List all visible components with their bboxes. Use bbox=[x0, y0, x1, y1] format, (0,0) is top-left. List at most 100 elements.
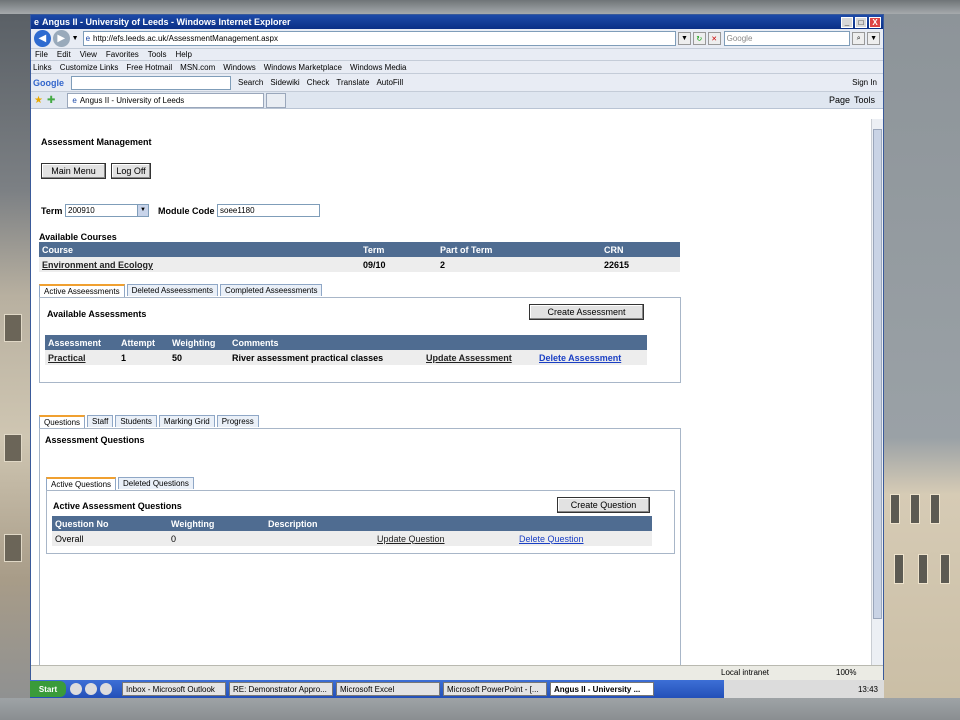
desktop-background-left bbox=[0, 14, 30, 720]
tab-staff[interactable]: Staff bbox=[87, 415, 114, 427]
delete-cell[interactable]: Delete Question bbox=[516, 531, 652, 546]
task-outlook[interactable]: Inbox - Microsoft Outlook bbox=[122, 682, 226, 696]
questions-table: Question No Weighting Description Overal… bbox=[52, 516, 652, 546]
tab-page-icon: e bbox=[72, 95, 77, 105]
scrollbar-thumb[interactable] bbox=[873, 129, 882, 619]
building-window bbox=[910, 494, 920, 524]
google-search-input[interactable] bbox=[71, 75, 231, 90]
assessment-link[interactable]: Practical bbox=[48, 353, 86, 363]
history-dropdown-icon[interactable]: ▼ bbox=[72, 35, 79, 42]
course-link[interactable]: Environment and Ecology bbox=[42, 260, 153, 270]
stop-icon[interactable]: ✕ bbox=[707, 32, 721, 45]
delete-question-link[interactable]: Delete Question bbox=[519, 534, 584, 544]
menu-help[interactable]: Help bbox=[175, 50, 191, 59]
tab-questions[interactable]: Questions bbox=[39, 415, 86, 428]
link-windows-media[interactable]: Windows Media bbox=[350, 63, 406, 72]
outlook-quicklaunch-icon[interactable] bbox=[85, 683, 97, 695]
sidewiki-button[interactable]: Sidewiki bbox=[270, 78, 299, 87]
refresh-icon[interactable]: ↻ bbox=[692, 32, 706, 45]
menu-favorites[interactable]: Favorites bbox=[106, 50, 139, 59]
tab-deleted-questions[interactable]: Deleted Questions bbox=[118, 477, 194, 489]
add-favorites-icon[interactable]: ✚ bbox=[47, 95, 55, 106]
term-select[interactable]: 200910 ▼ bbox=[65, 204, 149, 217]
link-windows-marketplace[interactable]: Windows Marketplace bbox=[264, 63, 342, 72]
menu-view[interactable]: View bbox=[80, 50, 97, 59]
tab-completed-assessments[interactable]: Completed Asseessments bbox=[219, 284, 323, 296]
address-bar: ◀ ▶ ▼ e http://efs.leeds.ac.uk/Assessmen… bbox=[31, 29, 883, 49]
url-dropdown-icon[interactable]: ▼ bbox=[677, 32, 691, 45]
menu-tools[interactable]: Tools bbox=[148, 50, 167, 59]
task-angus[interactable]: Angus II - University ... bbox=[550, 682, 654, 696]
desktop-background-bottom bbox=[0, 698, 960, 720]
page-menu[interactable]: Page bbox=[829, 95, 850, 105]
search-options-icon[interactable]: ▼ bbox=[867, 32, 880, 45]
maximize-button[interactable]: □ bbox=[855, 16, 867, 28]
crn-cell: 22615 bbox=[601, 257, 680, 272]
tab-students[interactable]: Students bbox=[115, 415, 157, 427]
url-input[interactable]: e http://efs.leeds.ac.uk/AssessmentManag… bbox=[82, 31, 676, 46]
search-input[interactable]: Google bbox=[723, 31, 851, 46]
start-button[interactable]: Start bbox=[30, 681, 66, 697]
back-arrow-icon[interactable]: ◀ bbox=[34, 30, 51, 47]
new-tab-button[interactable] bbox=[266, 92, 287, 108]
translate-button[interactable]: Translate bbox=[336, 78, 369, 87]
window-title: Angus II - University of Leeds - Windows… bbox=[42, 17, 291, 27]
create-question-button[interactable]: Create Question bbox=[557, 497, 650, 513]
google-search-button[interactable]: Search bbox=[238, 78, 263, 87]
description-cell bbox=[265, 531, 374, 546]
create-assessment-button[interactable]: Create Assessment bbox=[529, 304, 644, 320]
sign-in-button[interactable]: Sign In bbox=[852, 78, 877, 87]
term-label: Term bbox=[41, 206, 63, 216]
tab-active-questions[interactable]: Active Questions bbox=[46, 477, 117, 490]
menu-file[interactable]: File bbox=[35, 50, 48, 59]
tab-marking-grid[interactable]: Marking Grid bbox=[158, 415, 215, 427]
check-button[interactable]: Check bbox=[307, 78, 330, 87]
task-email[interactable]: RE: Demonstrator Appro... bbox=[229, 682, 333, 696]
course-cell[interactable]: Environment and Ecology bbox=[39, 257, 360, 272]
link-free-hotmail[interactable]: Free Hotmail bbox=[126, 63, 172, 72]
tab-deleted-assessments[interactable]: Deleted Asseessments bbox=[126, 284, 218, 296]
favorites-star-icon[interactable]: ★ bbox=[34, 95, 43, 106]
assessment-cell[interactable]: Practical bbox=[45, 350, 118, 365]
forward-arrow-icon[interactable]: ▶ bbox=[52, 30, 70, 47]
table-row: Environment and Ecology 09/10 2 22615 bbox=[39, 257, 680, 272]
task-powerpoint[interactable]: Microsoft PowerPoint - [... bbox=[443, 682, 547, 696]
col-delete bbox=[516, 516, 652, 531]
update-cell[interactable]: Update Assessment bbox=[423, 350, 536, 365]
google-logo: Google bbox=[33, 77, 64, 88]
question-tabs: Questions Staff Students Marking Grid Pr… bbox=[39, 415, 261, 428]
ie-quicklaunch-icon[interactable] bbox=[70, 683, 82, 695]
table-row: Practical 1 50 River assessment practica… bbox=[45, 350, 647, 365]
table-header: Assessment Attempt Weighting Comments bbox=[45, 335, 647, 350]
link-msn[interactable]: MSN.com bbox=[180, 63, 215, 72]
search-icon[interactable]: ⌕ bbox=[852, 32, 866, 45]
minimize-button[interactable]: _ bbox=[841, 16, 853, 28]
media-quicklaunch-icon[interactable] bbox=[100, 683, 112, 695]
update-question-link[interactable]: Update Question bbox=[377, 534, 445, 544]
zoom-level[interactable]: 100% bbox=[836, 668, 856, 677]
assessments-panel: Available Assessments Create Assessment … bbox=[39, 297, 681, 383]
delete-cell[interactable]: Delete Assessment bbox=[536, 350, 647, 365]
close-button[interactable]: X bbox=[869, 16, 881, 28]
update-assessment-link[interactable]: Update Assessment bbox=[426, 353, 512, 363]
system-tray: 13:43 bbox=[724, 680, 884, 698]
delete-assessment-link[interactable]: Delete Assessment bbox=[539, 353, 621, 363]
browser-tab[interactable]: e Angus II - University of Leeds bbox=[67, 92, 265, 108]
log-off-button[interactable]: Log Off bbox=[111, 163, 151, 179]
tab-progress[interactable]: Progress bbox=[216, 415, 259, 427]
courses-table: Course Term Part of Term CRN Environment… bbox=[39, 242, 680, 272]
browser-window: e Angus II - University of Leeds - Windo… bbox=[30, 14, 884, 680]
link-customize-links[interactable]: Customize Links bbox=[60, 63, 119, 72]
autofill-button[interactable]: AutoFill bbox=[376, 78, 403, 87]
task-excel[interactable]: Microsoft Excel bbox=[336, 682, 440, 696]
tools-menu[interactable]: Tools bbox=[854, 95, 875, 105]
module-code-input[interactable]: soee1180 bbox=[217, 204, 320, 217]
page-title: Assessment Management bbox=[41, 137, 152, 147]
vertical-scrollbar[interactable] bbox=[871, 119, 883, 665]
update-cell[interactable]: Update Question bbox=[374, 531, 516, 546]
tab-active-assessments[interactable]: Active Asseessments bbox=[39, 284, 125, 297]
link-windows[interactable]: Windows bbox=[223, 63, 255, 72]
menu-edit[interactable]: Edit bbox=[57, 50, 71, 59]
menu-bar: File Edit View Favorites Tools Help bbox=[31, 49, 883, 61]
main-menu-button[interactable]: Main Menu bbox=[41, 163, 106, 179]
